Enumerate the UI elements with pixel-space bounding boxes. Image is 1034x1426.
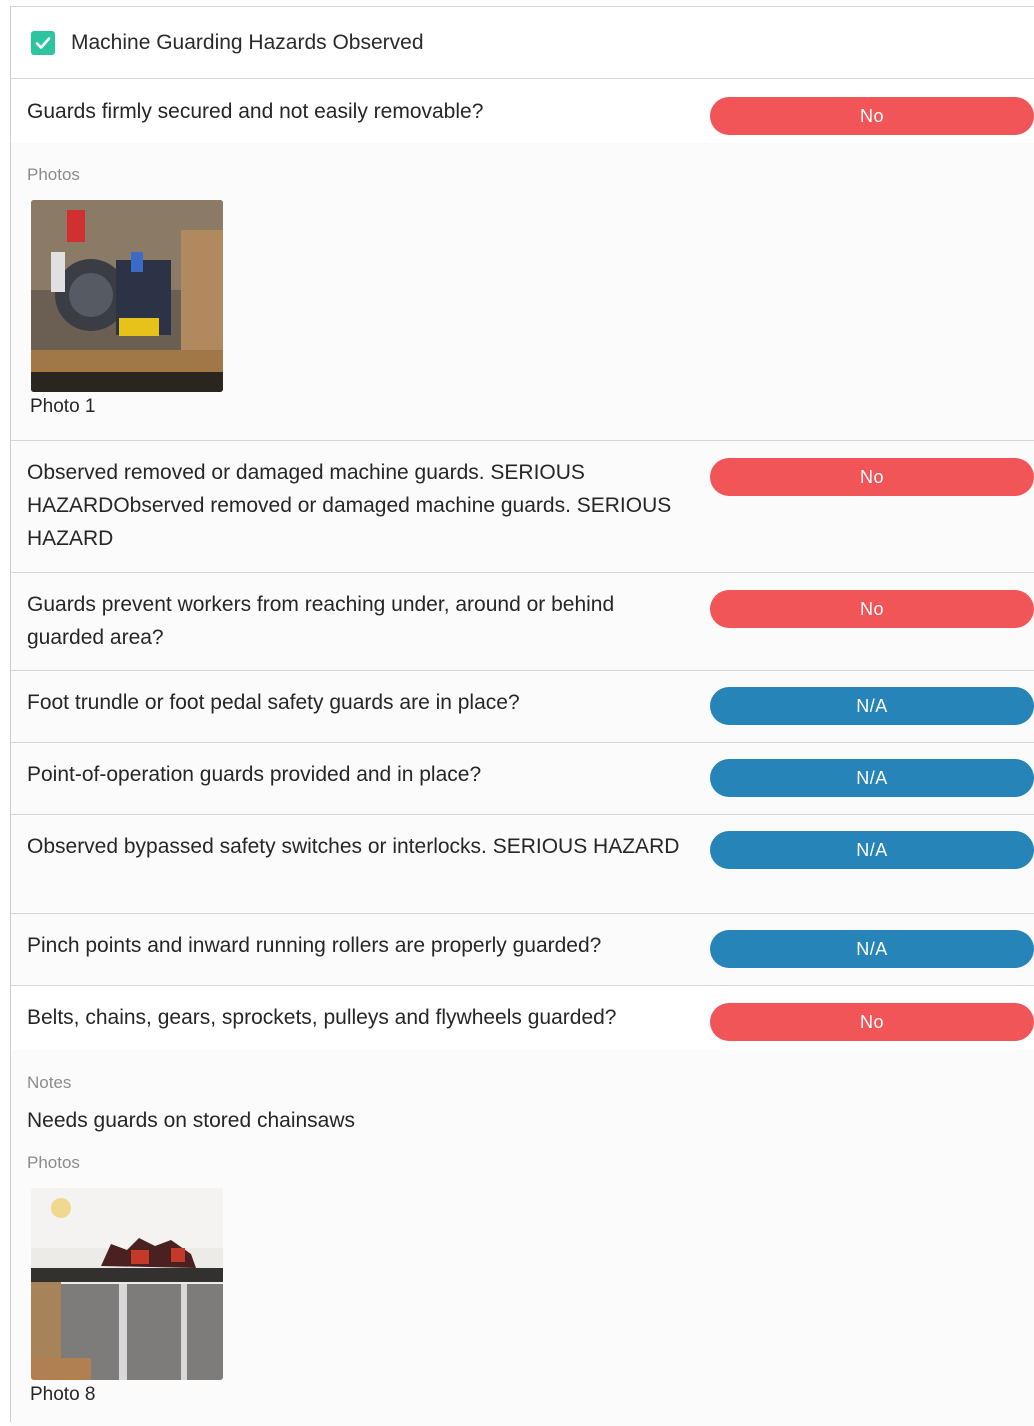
check-icon <box>35 36 51 49</box>
question-text: Guards prevent workers from reaching und… <box>27 593 615 649</box>
question-row: Pinch points and inward running rollers … <box>11 914 1034 986</box>
section-checkbox[interactable] <box>31 30 55 55</box>
question-text: Pinch points and inward running rollers … <box>27 934 602 957</box>
answer-button-no[interactable]: No <box>710 1003 1034 1041</box>
photos-label: Photos <box>27 165 80 184</box>
inspection-section: Machine Guarding Hazards Observed Guards… <box>10 6 1034 1426</box>
question-text: Guards firmly secured and not easily rem… <box>27 100 484 123</box>
answer-button-no[interactable]: No <box>710 590 1034 628</box>
notes-text: Needs guards on stored chainsaws <box>27 1109 356 1132</box>
question-row: Belts, chains, gears, sprockets, pulleys… <box>11 986 1034 1426</box>
notes-label: Notes <box>27 1073 72 1092</box>
answer-button-no[interactable]: No <box>710 97 1034 135</box>
question-text: Point-of-operation guards provided and i… <box>27 763 482 786</box>
photo-caption: Photo 8 <box>30 1384 96 1405</box>
photos-label: Photos <box>27 1153 80 1172</box>
question-text: Observed removed or damaged machine guar… <box>27 461 672 550</box>
question-row: Point-of-operation guards provided and i… <box>11 743 1034 815</box>
section-title: Machine Guarding Hazards Observed <box>71 30 424 54</box>
question-row: Guards firmly secured and not easily rem… <box>11 79 1034 441</box>
answer-button-no[interactable]: No <box>710 458 1034 496</box>
question-row: Foot trundle or foot pedal safety guards… <box>11 671 1034 743</box>
question-text: Observed bypassed safety switches or int… <box>27 835 680 858</box>
question-row: Guards prevent workers from reaching und… <box>11 573 1034 671</box>
section-header[interactable]: Machine Guarding Hazards Observed <box>11 7 1034 79</box>
question-row: Observed removed or damaged machine guar… <box>11 441 1034 573</box>
question-text: Belts, chains, gears, sprockets, pulleys… <box>27 1006 617 1029</box>
question-row: Observed bypassed safety switches or int… <box>11 815 1034 914</box>
photo-thumbnail[interactable] <box>31 200 223 392</box>
answer-button-na[interactable]: N/A <box>710 831 1034 869</box>
answer-button-na[interactable]: N/A <box>710 930 1034 968</box>
question-text: Foot trundle or foot pedal safety guards… <box>27 691 520 714</box>
answer-button-na[interactable]: N/A <box>710 687 1034 725</box>
photo-caption: Photo 1 <box>30 396 96 417</box>
photo-thumbnail[interactable] <box>31 1188 223 1380</box>
answer-button-na[interactable]: N/A <box>710 759 1034 797</box>
